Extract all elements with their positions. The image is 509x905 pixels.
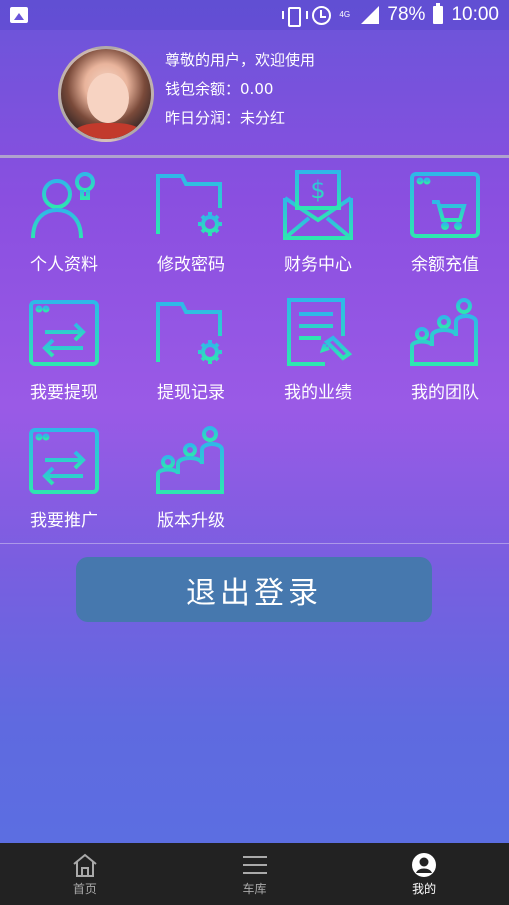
menu-item-withdraw[interactable]: 我要提现 [0, 288, 128, 416]
menu-item-withdraw-records[interactable]: 提现记录 [127, 288, 255, 416]
cart-window-icon [410, 172, 480, 238]
svg-text:$: $ [310, 176, 325, 204]
menu-label: 余额充值 [411, 255, 479, 275]
yesterday-label: 昨日分润： [165, 109, 241, 127]
menu-item-team[interactable]: 我的团队 [381, 288, 509, 416]
folder-settings-icon [156, 174, 222, 236]
team-icon [410, 298, 478, 366]
yesterday-profit: 昨日分润：未分红 [165, 104, 315, 133]
avatar-face [87, 73, 129, 123]
nav-label: 车库 [242, 881, 267, 896]
menu-label: 修改密码 [157, 255, 225, 275]
nav-label: 首页 [72, 881, 97, 896]
nav-item-garage[interactable]: 车库 [170, 843, 340, 905]
menu-item-change-password[interactable]: 修改密码 [127, 160, 255, 288]
clock: 10:00 [451, 4, 499, 25]
menu-item-performance[interactable]: 我的业绩 [254, 288, 382, 416]
yesterday-value: 未分红 [240, 109, 286, 127]
nav-item-home[interactable]: 首页 [0, 843, 170, 905]
list-icon [242, 855, 267, 874]
folder-settings-icon [156, 302, 222, 364]
battery-icon [433, 3, 444, 24]
user-icon [31, 172, 95, 239]
menu-item-recharge[interactable]: 余额充值 [381, 160, 509, 288]
money-envelope-icon: $ [283, 170, 353, 240]
bottom-nav: 首页 车库 我的 [0, 843, 509, 905]
profile-info: 尊敬的用户，欢迎使用 钱包余额：0.00 昨日分润：未分红 [165, 46, 315, 133]
transfer-window-icon [29, 428, 99, 494]
grid-divider [0, 543, 509, 544]
wallet-value: 0.00 [240, 80, 274, 98]
team-icon [156, 426, 224, 494]
menu-item-upgrade[interactable]: 版本升级 [127, 416, 255, 544]
menu-label: 版本升级 [157, 511, 225, 531]
logout-button[interactable]: 退出登录 [76, 557, 432, 622]
signal-icon [361, 6, 380, 24]
menu-item-promote[interactable]: 我要推广 [0, 416, 128, 544]
network-icon: 4G [339, 10, 351, 19]
menu-label: 财务中心 [284, 255, 352, 275]
menu-item-profile[interactable]: 个人资料 [0, 160, 128, 288]
avatar-collar [75, 123, 141, 139]
avatar[interactable] [58, 46, 154, 142]
menu-item-finance[interactable]: $ 财务中心 [254, 160, 382, 288]
nav-label: 我的 [412, 881, 437, 896]
nav-item-mine[interactable]: 我的 [339, 843, 509, 905]
wallet-label: 钱包余额： [165, 80, 241, 98]
wallet-balance: 钱包余额：0.00 [165, 75, 315, 104]
menu-label: 我的团队 [411, 383, 479, 403]
transfer-window-icon [29, 300, 99, 366]
menu-label: 个人资料 [30, 255, 98, 275]
alarm-icon [312, 5, 332, 25]
menu-label: 我要提现 [30, 383, 98, 403]
profile-header: 尊敬的用户，欢迎使用 钱包余额：0.00 昨日分润：未分红 [0, 30, 509, 155]
greeting-text: 尊敬的用户，欢迎使用 [165, 51, 316, 69]
menu-label: 提现记录 [157, 383, 225, 403]
profile-icon [412, 852, 437, 877]
battery-percent: 78% [387, 4, 426, 25]
header-divider [0, 155, 509, 158]
menu-label: 我要推广 [30, 511, 98, 531]
home-icon [73, 853, 97, 877]
menu-label: 我的业绩 [284, 383, 352, 403]
vibrate-icon [282, 6, 309, 27]
document-edit-icon [287, 298, 353, 366]
gallery-icon [10, 7, 28, 23]
status-bar: 4G 78% 10:00 [0, 0, 509, 30]
